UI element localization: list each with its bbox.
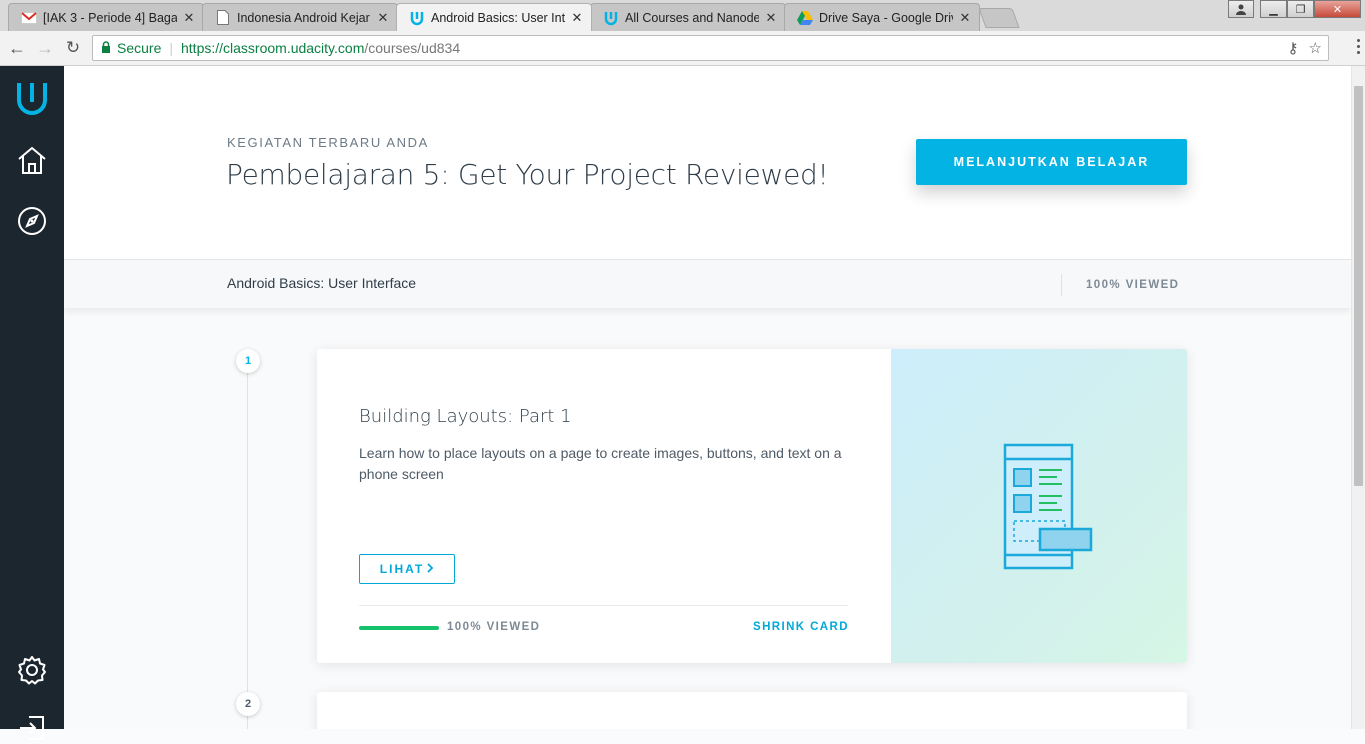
close-tab-icon[interactable]: ✕ [765,10,777,26]
tab-title: [IAK 3 - Periode 4] Bagai [43,10,177,25]
forward-arrow-icon[interactable]: → [34,37,56,59]
reload-icon[interactable]: ↻ [62,37,84,59]
key-icon[interactable]: ⚷ [1288,39,1299,57]
browser-menu-icon[interactable] [1355,39,1361,54]
address-bar[interactable]: Secure | https://classroom.udacity.com/c… [92,35,1329,61]
lesson-timeline [247,358,248,729]
lesson-card: Building Layouts: Part 1 Learn how to pl… [317,349,1187,663]
left-navigation [0,66,64,740]
lesson-card-description: Learn how to place layouts on a page to … [359,445,842,482]
scrollbar-thumb[interactable] [1354,86,1363,486]
document-icon [215,10,231,26]
chevron-right-icon [427,562,434,576]
tab-title: All Courses and Nanodeg [625,10,759,25]
compass-icon[interactable] [14,203,50,239]
continue-learning-button[interactable]: MELANJUTKAN BELAJAR [916,139,1187,185]
address-separator: | [169,40,173,56]
divider [1061,274,1062,296]
lesson-title: Pembelajaran 5: Get Your Project Reviewe… [226,158,829,191]
close-tab-icon[interactable]: ✕ [183,10,195,26]
lesson-step-number: 2 [236,692,260,716]
lesson-card-title: Building Layouts: Part 1 [359,406,572,427]
home-icon[interactable] [14,142,50,178]
page-scrollbar[interactable] [1351,66,1365,729]
restore-icon[interactable]: ❐ [1287,0,1314,18]
tab-title: Indonesia Android Kejar [237,10,370,25]
back-arrow-icon[interactable]: ← [6,37,28,59]
lesson-card [317,692,1187,729]
secure-label: Secure [117,40,162,56]
minimize-icon[interactable]: ▁ [1260,0,1287,18]
new-tab-button[interactable] [978,8,1020,28]
lesson-step-number: 1 [236,349,260,373]
settings-gear-icon[interactable] [14,652,50,688]
close-tab-icon[interactable]: ✕ [377,10,389,26]
close-tab-icon[interactable]: ✕ [571,10,583,26]
view-lesson-label: LIHAT [379,562,425,576]
lesson-progress-fill [359,626,439,630]
url-host: https://classroom.udacity.com [181,40,365,56]
browser-tab[interactable]: Drive Saya - Google Driv ✕ [784,3,980,31]
tab-title: Android Basics: User Inte [431,10,565,25]
udacity-icon [409,10,425,26]
udacity-icon [603,10,619,26]
lesson-viewed-status: 100% VIEWED [447,621,541,633]
lesson-illustration [891,349,1187,663]
browser-toolbar: ← → ↻ Secure | https://classroom.udacity… [0,31,1365,66]
course-viewed-status: 100% VIEWED [1086,279,1180,291]
close-window-icon[interactable]: ✕ [1314,0,1361,18]
recent-activity-hero: KEGIATAN TERBARU ANDA Pembelajaran 5: Ge… [64,66,1351,259]
course-progress-bar: Android Basics: User Interface 100% VIEW… [64,259,1351,308]
gmail-icon [21,10,37,26]
browser-tab[interactable]: [IAK 3 - Periode 4] Bagai ✕ [8,3,204,31]
shrink-card-link[interactable]: SHRINK CARD [753,621,849,633]
url-path: /courses/ud834 [364,40,461,56]
view-lesson-button[interactable]: LIHAT [359,554,455,584]
browser-tab-active[interactable]: Android Basics: User Inte ✕ [396,3,592,31]
phone-layout-illustration [1003,443,1093,570]
course-name: Android Basics: User Interface [227,275,417,291]
browser-tab-bar: [IAK 3 - Periode 4] Bagai ✕ Indonesia An… [0,0,1365,31]
close-tab-icon[interactable]: ✕ [959,10,971,26]
tab-title: Drive Saya - Google Driv [819,10,953,25]
lock-icon [101,40,111,56]
udacity-logo-icon[interactable] [14,80,50,116]
main-content: KEGIATAN TERBARU ANDA Pembelajaran 5: Ge… [64,66,1351,729]
card-divider [359,605,848,606]
logout-icon[interactable] [14,708,50,744]
bookmark-star-icon[interactable]: ☆ [1309,39,1322,57]
browser-tab[interactable]: All Courses and Nanodeg ✕ [590,3,786,31]
google-drive-icon [797,10,813,26]
recent-activity-label: KEGIATAN TERBARU ANDA [227,135,429,150]
lesson-progress-bar [359,626,439,630]
browser-tab[interactable]: Indonesia Android Kejar ✕ [202,3,398,31]
user-profile-icon[interactable] [1228,0,1254,18]
